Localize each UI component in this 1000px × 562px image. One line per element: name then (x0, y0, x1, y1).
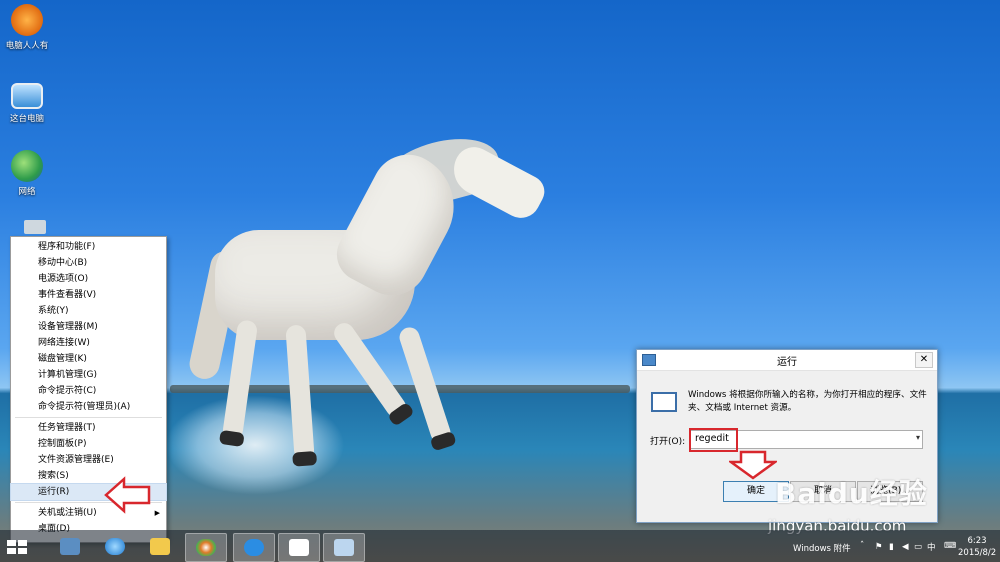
folder-icon (150, 538, 170, 555)
network-globe-icon (11, 150, 43, 182)
horse-leg (218, 319, 259, 448)
battery-icon[interactable]: ▭ (914, 542, 922, 552)
baidu-hi-icon (289, 539, 309, 556)
close-button[interactable]: ✕ (915, 352, 933, 368)
taskbar-app-run[interactable] (323, 533, 365, 562)
taskbar-app-computer[interactable] (50, 533, 90, 560)
horse-wallpaper (186, 127, 555, 490)
taskbar-app-paint[interactable] (185, 533, 227, 562)
lion-icon (11, 4, 43, 36)
horse-hoof (429, 430, 457, 452)
computer-icon (60, 538, 80, 555)
clock-time: 6:23 (967, 536, 987, 546)
menu-item-system[interactable]: 系统(Y) (11, 303, 166, 319)
network-signal-icon[interactable]: ▮ (889, 542, 894, 552)
submenu-arrow-icon: ▶ (154, 509, 160, 517)
desktop-icon-recycle-bin[interactable] (10, 220, 60, 237)
run-description: Windows 将根据你所输入的名称，为你打开相应的程序、文件夹、文档或 Int… (688, 390, 927, 413)
action-center-icon[interactable]: ⚑ (875, 542, 883, 552)
taskbar-app-explorer[interactable] (140, 533, 180, 560)
recycle-bin-icon (24, 220, 46, 234)
toolbar-windows-accessories[interactable]: Windows 附件 (793, 542, 851, 554)
start-button[interactable] (7, 540, 27, 554)
keyboard-icon[interactable]: ⌨ (944, 541, 956, 551)
menu-item-event-viewer[interactable]: 事件查看器(V) (11, 287, 166, 303)
horse-hoof (292, 451, 318, 467)
menu-item-task-manager[interactable]: 任务管理器(T) (11, 420, 166, 436)
desktop-icon-network[interactable]: 网络 (2, 150, 52, 197)
clock[interactable]: 6:23 2015/8/2 (958, 535, 996, 559)
close-icon: ✕ (919, 354, 929, 365)
ime-indicator[interactable]: 中 (927, 541, 936, 553)
horse-hoof (387, 401, 415, 427)
desktop-icon-diannao[interactable]: 电脑人人有 (2, 4, 52, 51)
run-window-icon (334, 539, 354, 556)
sogou-browser-icon (244, 539, 264, 556)
chevron-up-icon[interactable]: ˆ (860, 541, 864, 551)
run-dialog-title: 运行 (777, 357, 797, 368)
taskbar-app-hi[interactable] (278, 533, 320, 562)
internet-explorer-icon (105, 538, 125, 555)
menu-item-computer-management[interactable]: 计算机管理(G) (11, 367, 166, 383)
desktop-icon-this-pc[interactable]: 这台电脑 (2, 79, 52, 124)
desktop-icon-label: 电脑人人有 (5, 41, 49, 51)
menu-item-power-options[interactable]: 电源选项(O) (11, 271, 166, 287)
red-arrow-down-icon (729, 450, 777, 480)
menu-item-control-panel[interactable]: 控制面板(P) (11, 436, 166, 452)
horse-leg (285, 324, 318, 467)
clock-date: 2015/8/2 (958, 548, 997, 558)
menu-separator (15, 417, 162, 418)
menu-item-programs-features[interactable]: 程序和功能(F) (11, 239, 166, 255)
windows-logo-icon (7, 540, 16, 546)
menu-item-command-prompt-admin[interactable]: 命令提示符(管理员)(A) (11, 399, 166, 415)
red-highlight-box (689, 428, 738, 452)
paint-palette-icon (196, 539, 216, 556)
menu-item-device-manager[interactable]: 设备管理器(M) (11, 319, 166, 335)
menu-item-network-connections[interactable]: 网络连接(W) (11, 335, 166, 351)
horse-head (444, 140, 551, 225)
windows-logo-icon (18, 548, 27, 554)
taskbar-app-ie[interactable] (95, 533, 135, 560)
menu-item-disk-management[interactable]: 磁盘管理(K) (11, 351, 166, 367)
horse-leg (396, 324, 457, 452)
run-program-icon (651, 392, 677, 412)
menu-item-command-prompt[interactable]: 命令提示符(C) (11, 383, 166, 399)
windows-logo-icon (18, 540, 27, 546)
red-arrow-left-icon (104, 476, 151, 514)
run-dialog-titlebar[interactable]: 运行 ✕ (637, 350, 937, 371)
desktop-icon-label: 网络 (18, 187, 36, 197)
open-label: 打开(O): (650, 437, 686, 447)
menu-item-mobility-center[interactable]: 移动中心(B) (11, 255, 166, 271)
taskbar-app-sogou[interactable] (233, 533, 275, 562)
horse-hoof (218, 429, 245, 448)
menu-item-label: 关机或注销(U) (38, 508, 97, 518)
desktop-icon-label: 这台电脑 (9, 114, 44, 124)
volume-icon[interactable]: ◀ (902, 542, 909, 552)
chevron-down-icon[interactable]: ▾ (916, 433, 920, 442)
computer-icon (11, 83, 43, 109)
windows-logo-icon (7, 548, 16, 554)
baidu-watermark-logo: Baidu经验 (775, 477, 928, 510)
menu-item-file-explorer[interactable]: 文件资源管理器(E) (11, 452, 166, 468)
